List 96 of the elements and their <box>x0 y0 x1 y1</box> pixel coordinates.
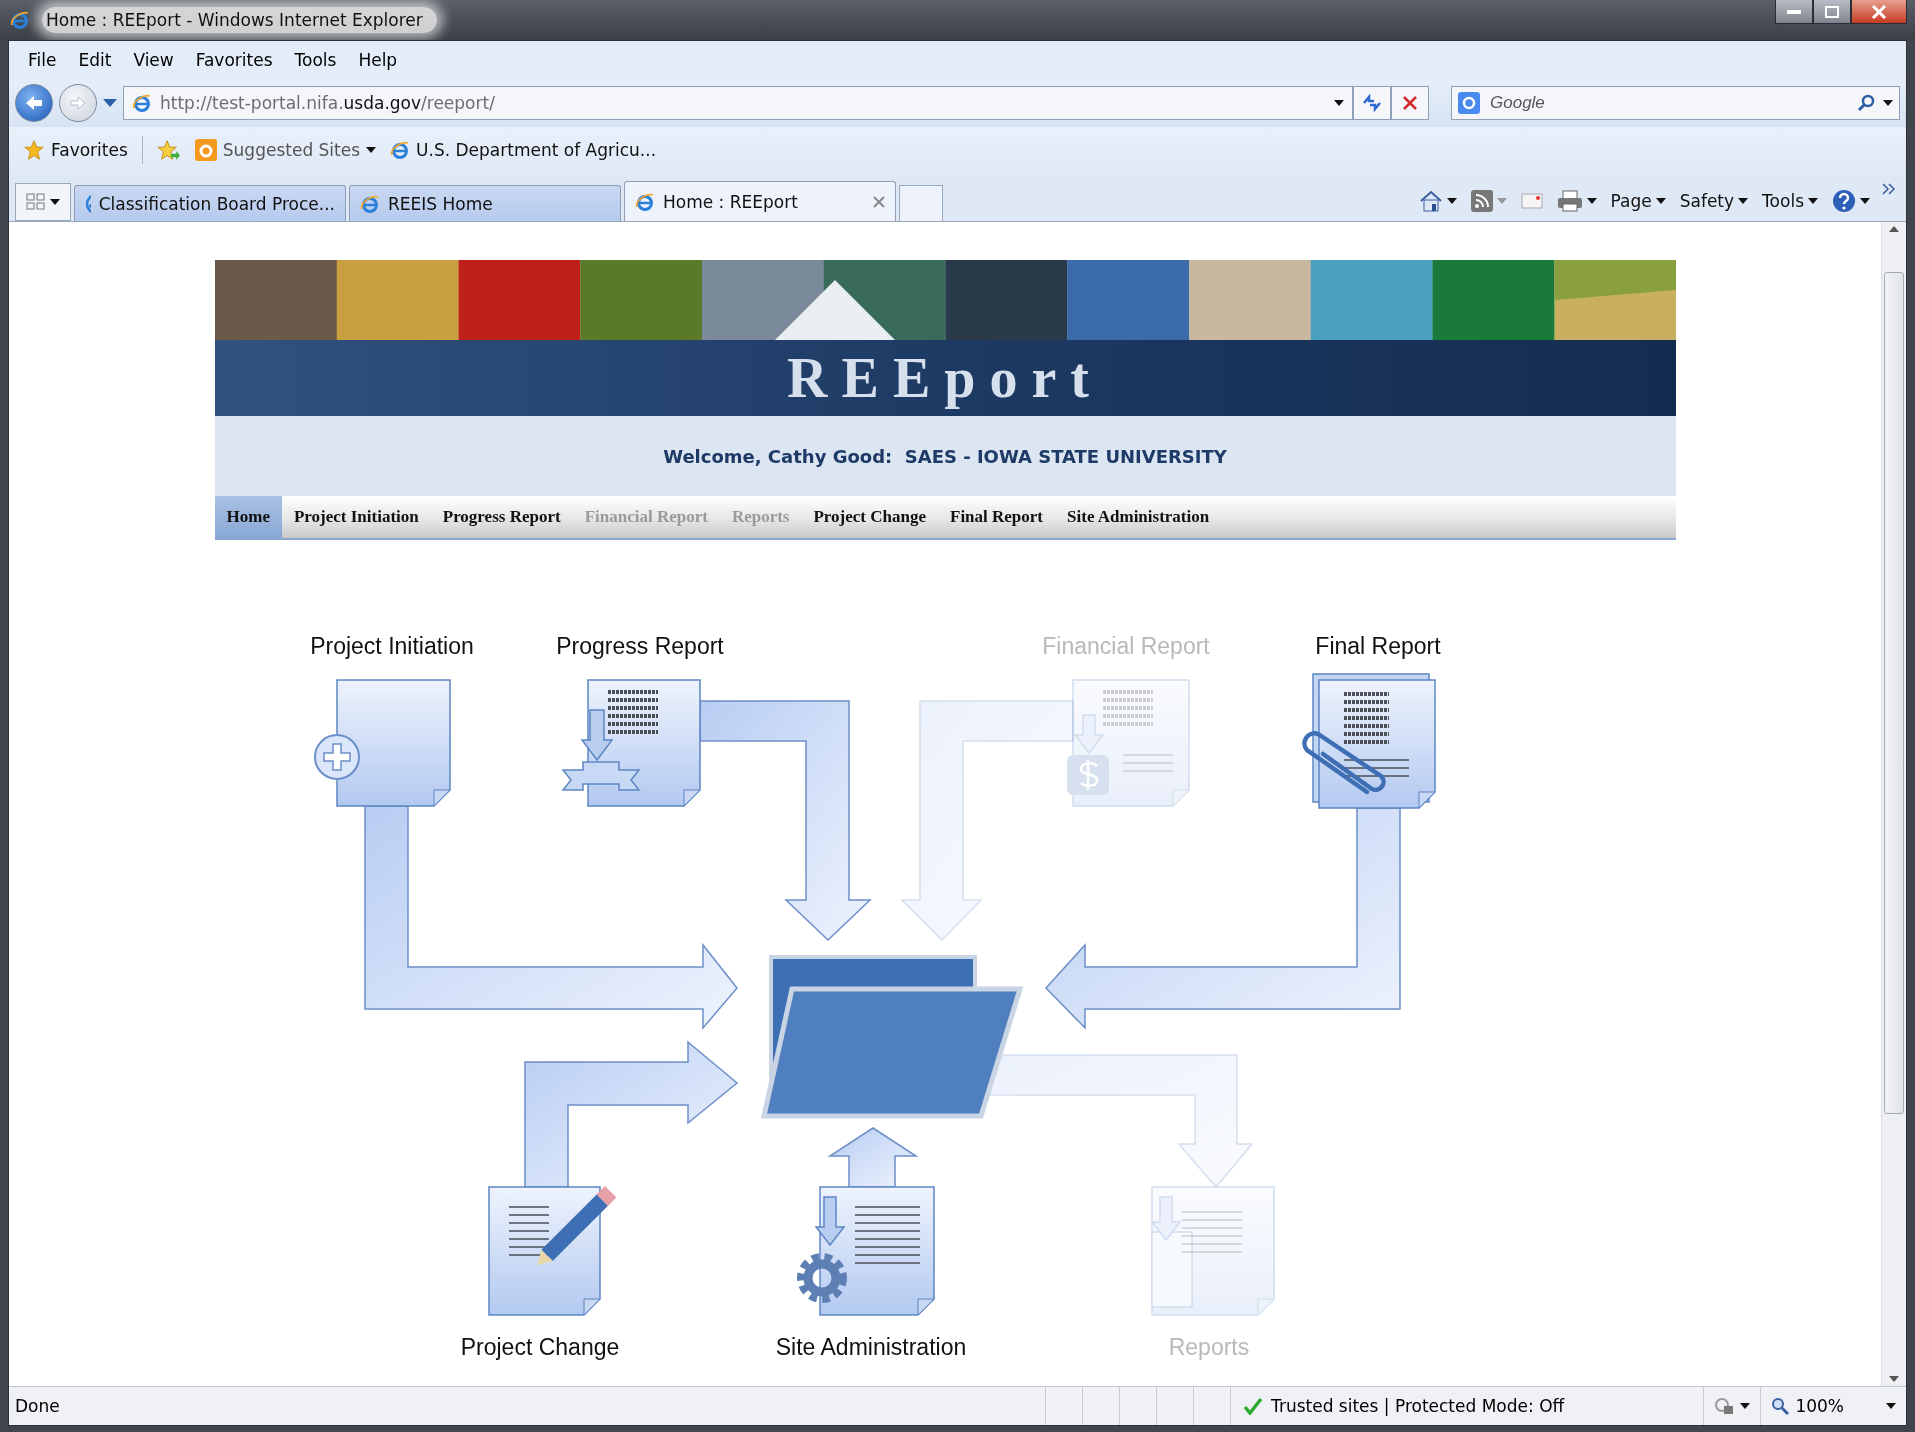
search-icon[interactable] <box>1857 94 1875 112</box>
close-icon <box>1871 4 1887 19</box>
browser-tab[interactable]: Home : REEport <box>624 181 896 221</box>
grid-icon <box>26 193 46 211</box>
house-icon <box>1418 189 1443 213</box>
minimize-icon <box>1787 9 1801 14</box>
caret-icon <box>1446 198 1457 204</box>
diagram-label[interactable]: Progress Report <box>555 633 724 659</box>
quick-tabs-button[interactable] <box>15 183 71 221</box>
document-icon[interactable] <box>1301 673 1436 809</box>
help-icon <box>1832 189 1856 213</box>
browser-logo-icon <box>635 191 655 212</box>
close-tab-icon[interactable] <box>873 195 885 208</box>
document-icon[interactable] <box>487 1186 616 1316</box>
menu-item[interactable]: Edit <box>69 48 121 72</box>
suggested-sites-icon <box>194 139 217 161</box>
menu-item[interactable]: Favorites <box>186 48 282 72</box>
forward-arrow-icon <box>69 96 87 110</box>
command-menu[interactable]: Page <box>1608 191 1668 211</box>
mail-button[interactable] <box>1518 193 1545 209</box>
add-favorite-icon[interactable] <box>156 139 181 161</box>
caret-icon <box>1860 198 1870 204</box>
refresh-button[interactable] <box>1353 86 1391 120</box>
caret-icon <box>1740 1403 1751 1409</box>
browser-logo-icon <box>390 140 411 160</box>
command-menu[interactable]: Safety <box>1677 191 1751 211</box>
browser-logo-icon <box>360 193 380 214</box>
up-arrow-icon[interactable] <box>1889 226 1899 232</box>
back-arrow-icon <box>24 95 44 111</box>
help-button[interactable] <box>1830 189 1872 213</box>
envelope-icon <box>1520 193 1543 209</box>
star-icon <box>23 139 45 161</box>
menu-item[interactable]: View <box>124 48 183 72</box>
favorites-link[interactable]: U.S. Department of Agricu... <box>390 140 657 160</box>
document-icon[interactable] <box>560 679 701 807</box>
forward-button[interactable] <box>59 84 97 122</box>
welcome-text: Welcome, Cathy Good: SAES - IOWA STATE UNIVERSITY <box>663 445 1227 467</box>
stop-icon <box>1402 95 1418 111</box>
caret-icon <box>1808 198 1818 204</box>
down-arrow-icon[interactable] <box>1889 1376 1899 1382</box>
diagram-label[interactable]: Project Initiation <box>309 633 474 659</box>
search-input[interactable]: Google <box>1488 92 1849 114</box>
menu-item[interactable]: File <box>19 48 66 72</box>
chevron-icon[interactable] <box>1882 183 1896 195</box>
nav-link[interactable]: Progress Report <box>430 496 573 538</box>
caret-icon <box>50 199 60 205</box>
maximize-button[interactable] <box>1813 0 1851 24</box>
browser-logo-icon <box>10 10 30 30</box>
browser-logo-icon <box>132 93 152 113</box>
document-icon[interactable] <box>796 1186 935 1316</box>
caret-icon[interactable] <box>103 99 117 107</box>
scrollbar[interactable] <box>1881 222 1906 1386</box>
back-button[interactable] <box>15 84 53 122</box>
nav-link[interactable]: Site Administration <box>1055 496 1222 538</box>
printer-icon <box>1556 190 1583 212</box>
lock-icon <box>1714 1397 1735 1415</box>
address-field[interactable]: http://test-portal.nifa.usda.gov/reeport/ <box>123 86 1353 120</box>
nav-link[interactable]: Project Change <box>801 496 938 538</box>
favorites-button[interactable]: Favorites <box>23 139 128 161</box>
nav-link[interactable]: Project Initiation <box>281 496 431 538</box>
feeds-button[interactable] <box>1468 190 1509 212</box>
search-engine-icon <box>1458 92 1480 114</box>
menu-item[interactable]: Tools <box>285 48 346 72</box>
caret-icon <box>1738 198 1749 204</box>
nav-link[interactable]: Home <box>214 496 282 538</box>
caret-icon <box>1883 100 1893 106</box>
favorites-link[interactable]: Suggested Sites <box>194 139 377 161</box>
stop-button[interactable] <box>1391 86 1429 120</box>
caret-icon <box>1655 198 1666 204</box>
folder-icon <box>760 955 1023 1119</box>
window-title: Home : REEport - Windows Internet Explorer <box>42 7 437 33</box>
security-zone: Trusted sites | Protected Mode: Off <box>1230 1387 1577 1425</box>
check-icon <box>1243 1397 1263 1415</box>
browser-tab[interactable]: REEIS Home <box>349 185 621 221</box>
caret-icon <box>1334 100 1344 106</box>
magnifier-icon <box>1771 1397 1790 1415</box>
nav-link[interactable]: Final Report <box>938 496 1056 538</box>
feed-icon <box>1470 190 1493 212</box>
caret-icon <box>1886 1403 1896 1409</box>
minimize-button[interactable] <box>1775 0 1813 24</box>
search-field[interactable]: Google <box>1451 86 1900 120</box>
site-title: REEport <box>787 346 1103 410</box>
diagram-label[interactable]: Final Report <box>1314 633 1441 659</box>
refresh-icon <box>1361 94 1383 112</box>
status-text: Done <box>14 1396 61 1416</box>
close-button[interactable] <box>1851 0 1907 24</box>
maximize-icon <box>1825 5 1839 18</box>
diagram-label[interactable]: Site Administration <box>775 1334 966 1360</box>
caret-icon <box>366 147 377 153</box>
caret-icon <box>1586 198 1597 204</box>
menu-item[interactable]: Help <box>349 48 407 72</box>
caret-icon <box>1496 198 1507 204</box>
diagram-label[interactable]: Project Change <box>460 1334 619 1360</box>
command-menu[interactable]: Tools <box>1760 191 1820 211</box>
browser-tab[interactable]: Classification Board Proce... <box>74 185 346 221</box>
zoom-button[interactable]: 100% <box>1760 1387 1906 1425</box>
